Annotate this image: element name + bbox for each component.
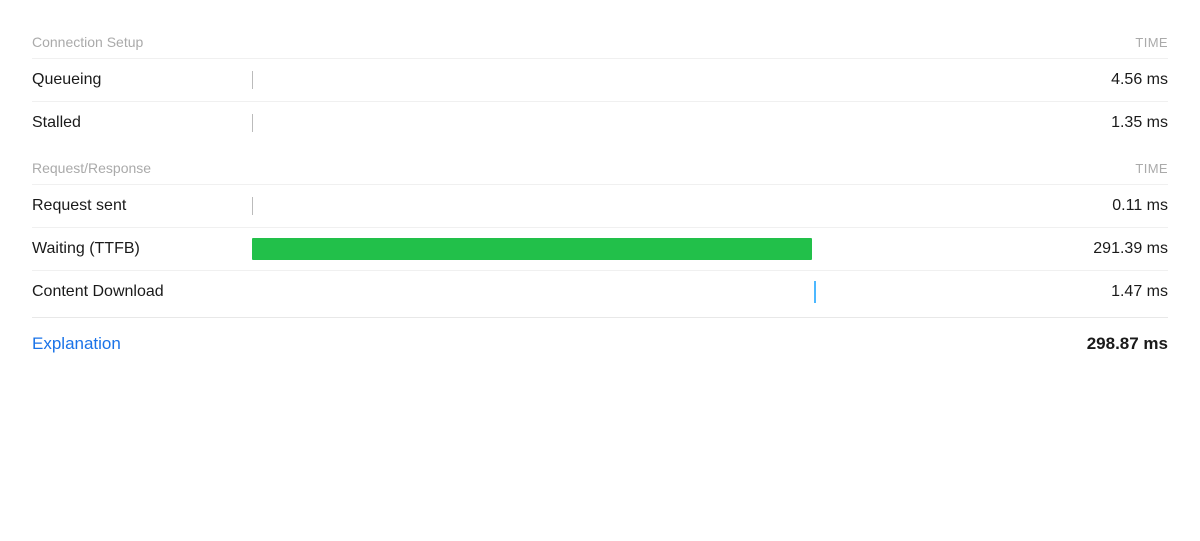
request-response-label: Request/Response bbox=[32, 160, 151, 176]
waiting-ttfb-label: Waiting (TTFB) bbox=[32, 240, 252, 258]
request-response-time-col: TIME bbox=[1135, 161, 1168, 176]
waiting-ttfb-bar bbox=[252, 238, 812, 260]
stalled-label: Stalled bbox=[32, 114, 252, 132]
request-sent-label: Request sent bbox=[32, 197, 252, 215]
waiting-ttfb-bar-area bbox=[252, 235, 1058, 263]
content-download-bar-area bbox=[252, 278, 1058, 306]
queueing-bar-area bbox=[252, 66, 1058, 94]
total-time: 298.87 ms bbox=[1087, 334, 1168, 354]
waiting-ttfb-time: 291.39 ms bbox=[1058, 240, 1168, 258]
request-response-header: Request/Response TIME bbox=[32, 150, 1168, 184]
content-download-bar bbox=[814, 281, 816, 303]
queueing-tick bbox=[252, 71, 253, 89]
request-sent-bar-area bbox=[252, 192, 1058, 220]
request-sent-row: Request sent 0.11 ms bbox=[32, 184, 1168, 227]
content-download-time: 1.47 ms bbox=[1058, 283, 1168, 301]
request-sent-tick bbox=[252, 197, 253, 215]
waiting-ttfb-row: Waiting (TTFB) 291.39 ms bbox=[32, 227, 1168, 270]
connection-setup-label: Connection Setup bbox=[32, 34, 143, 50]
connection-setup-time-col: TIME bbox=[1135, 35, 1168, 50]
queueing-time: 4.56 ms bbox=[1058, 71, 1168, 89]
connection-setup-header: Connection Setup TIME bbox=[32, 24, 1168, 58]
stalled-tick bbox=[252, 114, 253, 132]
explanation-link[interactable]: Explanation bbox=[32, 334, 121, 354]
timing-panel: Connection Setup TIME Queueing 4.56 ms S… bbox=[0, 0, 1200, 541]
queueing-row: Queueing 4.56 ms bbox=[32, 58, 1168, 101]
request-sent-time: 0.11 ms bbox=[1058, 197, 1168, 215]
queueing-label: Queueing bbox=[32, 71, 252, 89]
content-download-row: Content Download 1.47 ms bbox=[32, 270, 1168, 313]
stalled-row: Stalled 1.35 ms bbox=[32, 101, 1168, 144]
content-download-label: Content Download bbox=[32, 283, 252, 301]
stalled-time: 1.35 ms bbox=[1058, 114, 1168, 132]
stalled-bar-area bbox=[252, 109, 1058, 137]
footer-row: Explanation 298.87 ms bbox=[32, 317, 1168, 362]
